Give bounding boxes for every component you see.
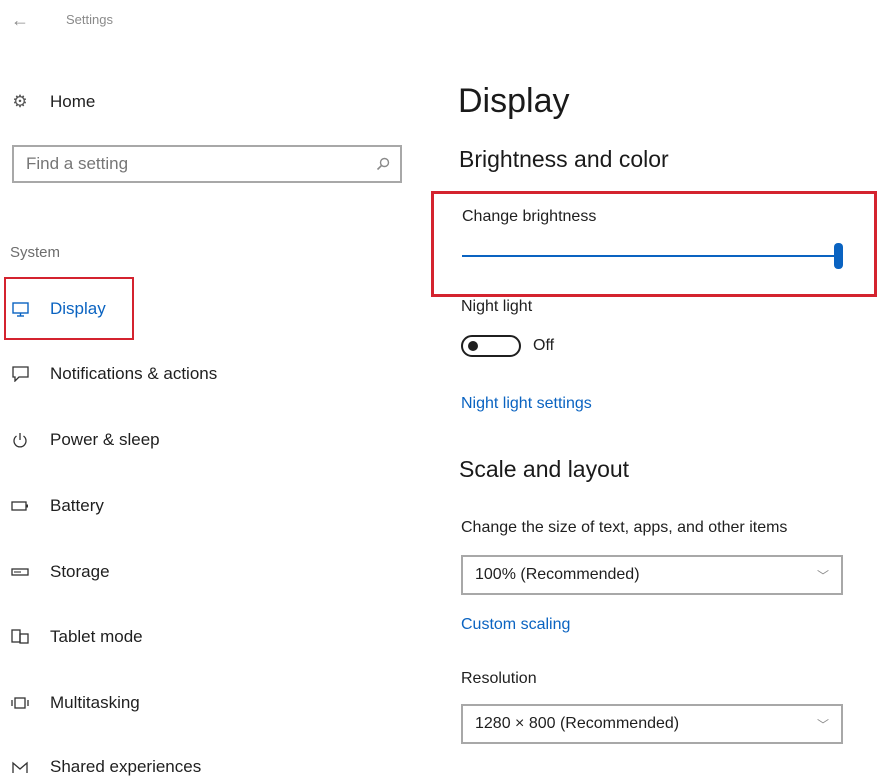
sidebar-item-label: Home	[50, 92, 96, 111]
night-light-toggle[interactable]	[461, 335, 521, 357]
tablet-mode-icon	[10, 627, 30, 647]
sidebar-item-power-sleep[interactable]: Power & sleep	[10, 423, 340, 457]
scale-dropdown-value: 100% (Recommended)	[475, 566, 640, 583]
section-heading-brightness: Brightness and color	[459, 146, 669, 172]
resolution-label: Resolution	[461, 670, 537, 687]
sidebar-item-label: Battery	[50, 496, 104, 515]
scale-dropdown[interactable]: 100% (Recommended) ﹀	[461, 555, 843, 595]
notifications-icon	[10, 364, 30, 384]
sidebar-item-notifications[interactable]: Notifications & actions	[10, 357, 340, 391]
custom-scaling-link[interactable]: Custom scaling	[461, 616, 570, 634]
storage-icon	[10, 562, 30, 582]
sidebar-item-label: Power & sleep	[50, 430, 160, 449]
search-input[interactable]	[24, 153, 374, 175]
sidebar-item-label: Storage	[50, 562, 110, 581]
page-title: Display	[458, 82, 570, 120]
display-highlight-box	[4, 277, 134, 340]
chevron-down-icon: ﹀	[816, 717, 829, 732]
sidebar-item-label: Notifications & actions	[50, 364, 218, 383]
resolution-dropdown[interactable]: 1280 × 800 (Recommended) ﹀	[461, 704, 843, 744]
scale-description: Change the size of text, apps, and other…	[461, 519, 788, 536]
power-icon	[10, 430, 30, 450]
shared-experiences-icon	[10, 757, 30, 777]
sidebar-item-multitasking[interactable]: Multitasking	[10, 686, 340, 720]
resolution-dropdown-value: 1280 × 800 (Recommended)	[475, 715, 680, 732]
sidebar-item-label: Shared experiences	[50, 757, 202, 776]
multitasking-icon	[10, 693, 30, 713]
battery-icon	[10, 496, 30, 516]
brightness-highlight-box	[431, 191, 877, 297]
brightness-label: Change brightness	[462, 208, 597, 225]
sidebar-item-battery[interactable]: Battery	[10, 489, 340, 523]
sidebar-item-label: Tablet mode	[50, 627, 143, 646]
back-arrow-icon[interactable]: ←	[8, 8, 32, 32]
section-label-system: System	[10, 244, 61, 261]
sidebar-item-home[interactable]: ⚙ Home	[10, 88, 210, 116]
window-title: Settings	[66, 12, 113, 27]
search-field[interactable]	[12, 145, 402, 183]
sidebar-item-storage[interactable]: Storage	[10, 555, 340, 589]
night-light-settings-link[interactable]: Night light settings	[461, 395, 592, 413]
section-heading-scale: Scale and layout	[459, 456, 630, 482]
sidebar-item-label: Multitasking	[50, 693, 140, 712]
gear-icon: ⚙	[12, 92, 28, 111]
night-light-label: Night light	[461, 298, 533, 315]
toggle-knob	[468, 341, 478, 351]
sidebar-item-tablet-mode[interactable]: Tablet mode	[10, 620, 340, 654]
brightness-slider-track[interactable]	[462, 255, 840, 257]
night-light-state: Off	[533, 337, 555, 354]
brightness-slider-thumb[interactable]	[834, 243, 843, 269]
sidebar-item-shared-experiences[interactable]: Shared experiences	[10, 750, 340, 784]
search-icon[interactable]	[374, 155, 392, 173]
chevron-down-icon: ﹀	[816, 568, 829, 583]
